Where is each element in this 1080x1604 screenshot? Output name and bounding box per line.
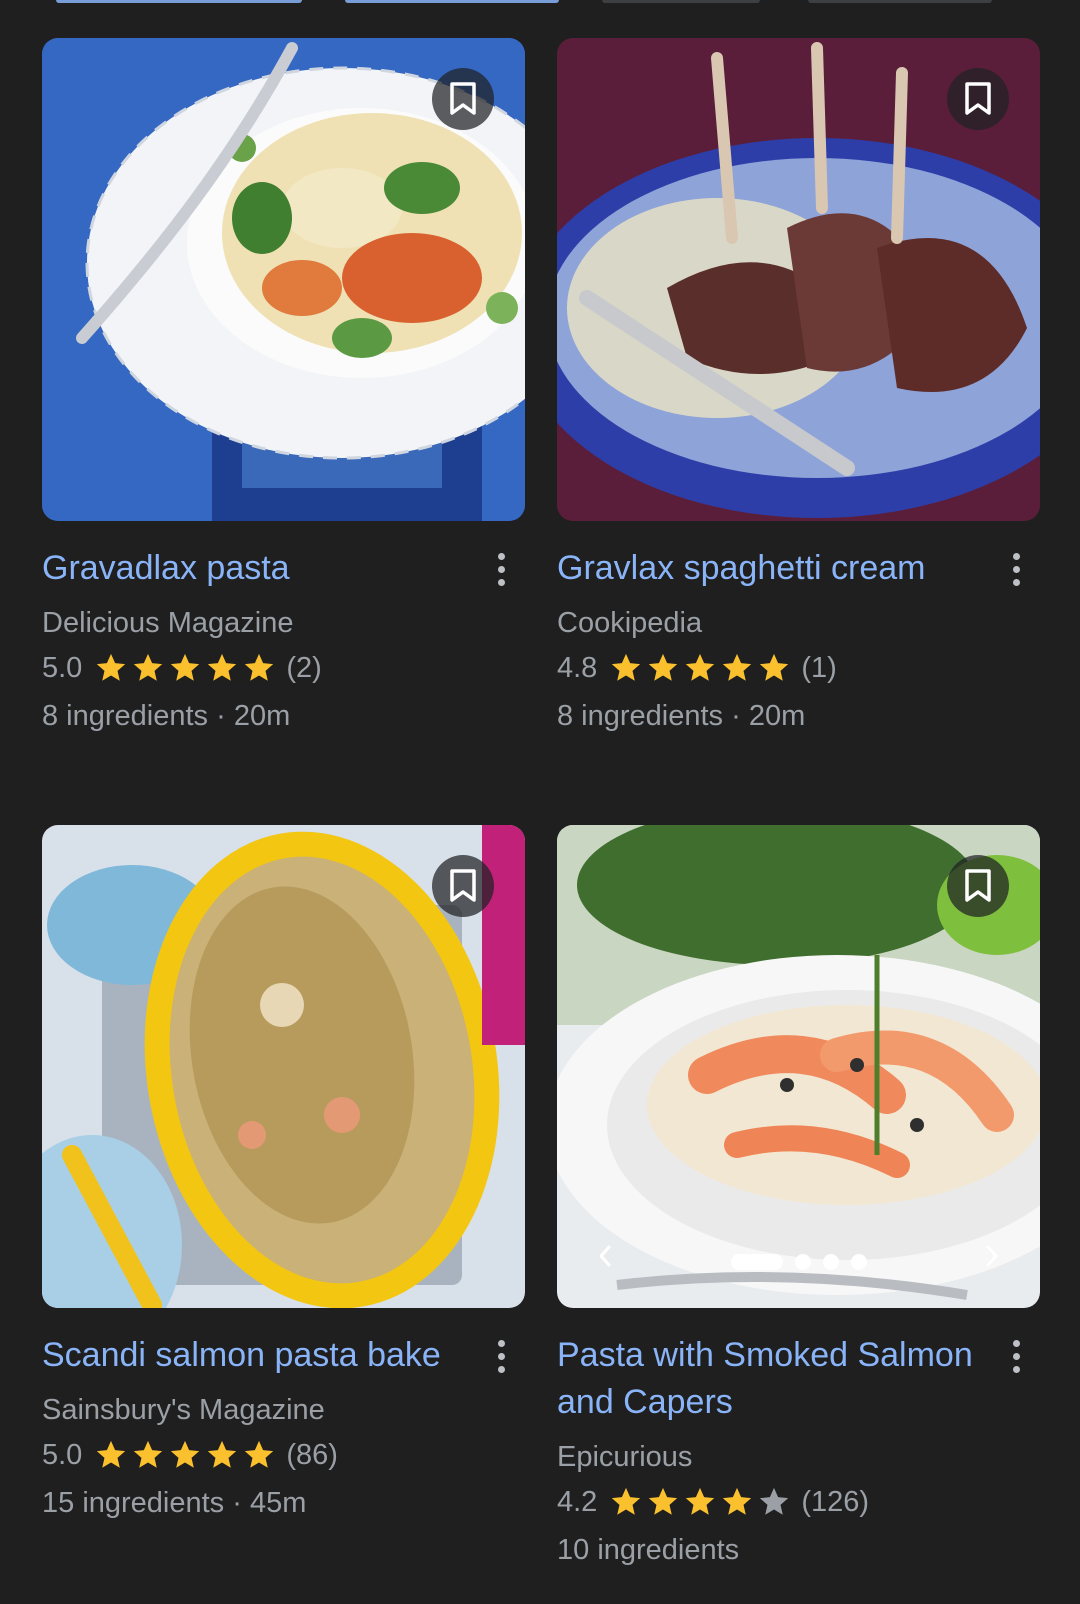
- bookmark-icon: [450, 82, 476, 115]
- star-rating: [609, 651, 791, 685]
- star-rating: [94, 651, 276, 685]
- star-filled-icon: [649, 1487, 678, 1515]
- recipe-card[interactable]: Scandi salmon pasta bake Sainsbury's Mag…: [42, 825, 525, 1527]
- more-options-button[interactable]: [489, 1336, 513, 1376]
- save-recipe-button[interactable]: [432, 68, 494, 130]
- star-filled-icon: [208, 653, 237, 681]
- carousel-dots: [730, 1254, 867, 1270]
- star-filled-icon: [208, 1440, 237, 1468]
- more-options-button[interactable]: [489, 549, 513, 589]
- star-rating: [609, 1485, 791, 1519]
- recipe-meta: 8 ingredients · 20m: [557, 700, 806, 732]
- recipe-meta: 10 ingredients: [557, 1534, 740, 1566]
- more-vert-icon: [1012, 1339, 1020, 1347]
- recipe-source: Cookipedia: [557, 607, 703, 639]
- more-vert-icon: [497, 552, 505, 560]
- recipe-card[interactable]: Gravadlax pasta Delicious Magazine 5.0 (…: [42, 38, 525, 740]
- star-rating: [94, 1438, 276, 1472]
- recipe-image[interactable]: [557, 825, 1040, 1308]
- star-filled-icon: [649, 653, 678, 681]
- rating-value: 4.8: [557, 652, 598, 684]
- review-count: (1): [801, 652, 837, 684]
- recipe-card[interactable]: Pasta with Smoked Salmon and Capers Epic…: [557, 825, 1040, 1574]
- rating-row: 4.8 (1): [557, 644, 1040, 692]
- rating-value: 5.0: [42, 652, 83, 684]
- carousel-prev-button[interactable]: [585, 1236, 625, 1276]
- recipe-title[interactable]: Scandi salmon pasta bake: [42, 1332, 465, 1379]
- bookmark-icon: [450, 869, 476, 902]
- star-filled-icon: [97, 653, 126, 681]
- recipe-meta: 8 ingredients · 20m: [42, 700, 291, 732]
- filter-chip-edge[interactable]: [56, 0, 302, 3]
- bookmark-icon: [965, 869, 991, 902]
- carousel-dot[interactable]: [850, 1254, 867, 1270]
- save-recipe-button[interactable]: [432, 855, 494, 917]
- more-options-button[interactable]: [1004, 1336, 1028, 1376]
- recipe-image[interactable]: [42, 825, 525, 1308]
- star-filled-icon: [686, 1487, 715, 1515]
- filter-chip-edge[interactable]: [602, 0, 760, 3]
- rating-row: 5.0 (86): [42, 1431, 525, 1479]
- star-filled-icon: [171, 1440, 200, 1468]
- bookmark-icon: [965, 82, 991, 115]
- star-filled-icon: [245, 1440, 274, 1468]
- filter-chip-edge[interactable]: [808, 0, 992, 3]
- rating-value: 4.2: [557, 1486, 598, 1518]
- carousel-dot[interactable]: [794, 1254, 811, 1270]
- rating-row: 5.0 (2): [42, 644, 525, 692]
- more-vert-icon: [497, 1339, 505, 1347]
- recipe-image[interactable]: [557, 38, 1040, 521]
- carousel-dot[interactable]: [822, 1254, 839, 1270]
- filter-chip-strip: [0, 0, 1080, 4]
- star-filled-icon: [760, 653, 789, 681]
- chevron-right-icon: [986, 1245, 998, 1267]
- star-filled-icon: [97, 1440, 126, 1468]
- recipe-title[interactable]: Gravlax spaghetti cream: [557, 545, 980, 592]
- rating-row: 4.2 (126): [557, 1478, 1040, 1526]
- star-filled-icon: [686, 653, 715, 681]
- recipe-meta: 15 ingredients · 45m: [42, 1487, 307, 1519]
- recipe-source: Sainsbury's Magazine: [42, 1394, 325, 1426]
- star-empty-icon: [760, 1487, 789, 1515]
- carousel-next-button[interactable]: [972, 1236, 1012, 1276]
- star-filled-icon: [723, 653, 752, 681]
- review-count: (2): [286, 652, 322, 684]
- more-options-button[interactable]: [1004, 549, 1028, 589]
- star-filled-icon: [134, 653, 163, 681]
- star-filled-icon: [723, 1487, 752, 1515]
- recipe-image[interactable]: [42, 38, 525, 521]
- save-recipe-button[interactable]: [947, 855, 1009, 917]
- review-count: (126): [801, 1486, 870, 1518]
- more-vert-icon: [1012, 552, 1020, 560]
- chevron-left-icon: [599, 1245, 611, 1267]
- recipe-title[interactable]: Gravadlax pasta: [42, 545, 465, 592]
- star-filled-icon: [612, 1487, 641, 1515]
- save-recipe-button[interactable]: [947, 68, 1009, 130]
- filter-chip-edge[interactable]: [345, 0, 559, 3]
- carousel-dot-active[interactable]: [730, 1254, 783, 1270]
- star-filled-icon: [245, 653, 274, 681]
- review-count: (86): [286, 1439, 338, 1471]
- recipe-title[interactable]: Pasta with Smoked Salmon and Capers: [557, 1332, 980, 1426]
- recipe-card[interactable]: Gravlax spaghetti cream Cookipedia 4.8 (…: [557, 38, 1040, 740]
- rating-value: 5.0: [42, 1439, 83, 1471]
- star-filled-icon: [612, 653, 641, 681]
- star-filled-icon: [171, 653, 200, 681]
- recipe-source: Epicurious: [557, 1441, 693, 1473]
- star-filled-icon: [134, 1440, 163, 1468]
- recipe-source: Delicious Magazine: [42, 607, 294, 639]
